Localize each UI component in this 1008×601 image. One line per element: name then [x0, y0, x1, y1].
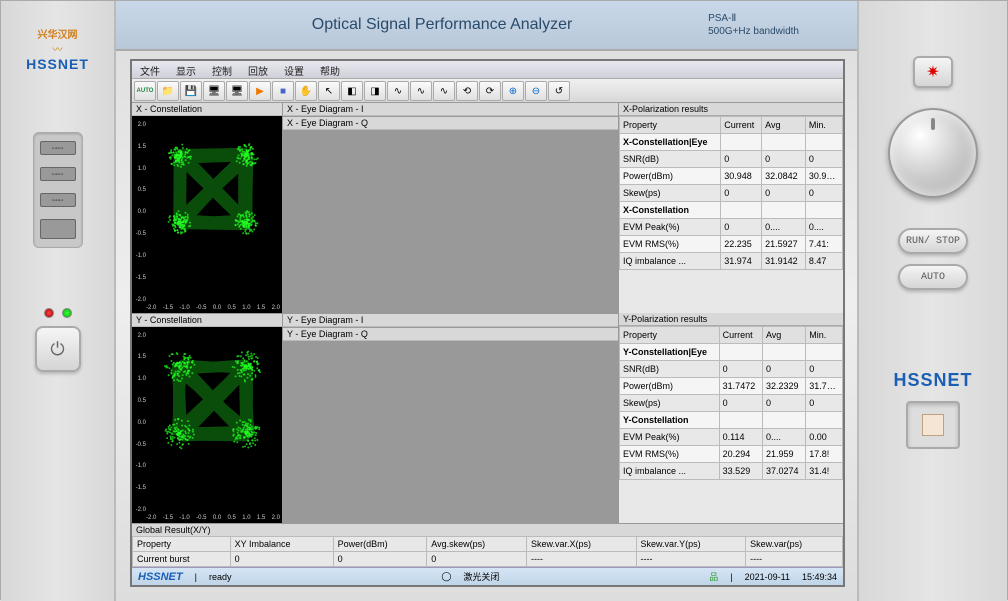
- title-strip: Optical Signal Performance Analyzer PSA-…: [116, 1, 859, 51]
- global-title: Global Result(X/Y): [132, 524, 843, 536]
- tb-fx3[interactable]: ∿: [433, 81, 455, 101]
- usb-port-1[interactable]: ⊶⊷: [40, 141, 76, 155]
- tb-monitor2[interactable]: 🖥: [226, 81, 248, 101]
- power-button[interactable]: ⏻: [35, 326, 81, 372]
- rotary-knob[interactable]: [888, 108, 978, 198]
- run-stop-button[interactable]: RUN/ STOP: [898, 228, 968, 254]
- tb-folder[interactable]: 📁: [157, 81, 179, 101]
- optical-port[interactable]: [906, 401, 960, 449]
- sb-time: 15:49:34: [802, 572, 837, 582]
- menu-文件[interactable]: 文件: [132, 61, 168, 78]
- plot-x-eye-i[interactable]: X - Eye Diagram - I 2.01.51.00.50.0 0.00…: [283, 103, 618, 116]
- status-leds: [44, 308, 72, 318]
- logo-chinese: 兴华汉网: [26, 26, 89, 41]
- tb-auto[interactable]: AUTO: [134, 81, 156, 101]
- x-eye-stack: X - Eye Diagram - I 2.01.51.00.50.0 0.00…: [283, 103, 618, 313]
- tb-fx2[interactable]: ∿: [410, 81, 432, 101]
- tb-zoom-out[interactable]: ⊖: [525, 81, 547, 101]
- sb-ready: ready: [209, 572, 232, 582]
- tb-link1[interactable]: ⟲: [456, 81, 478, 101]
- sb-laser-icon: ◯: [441, 571, 451, 582]
- tb-play[interactable]: ▶: [249, 81, 271, 101]
- content-area: X - Constellation 2.01.51.00.50.0-0.5-1.…: [132, 103, 843, 523]
- usb-port-3[interactable]: ⊶⊷: [40, 193, 76, 207]
- y-results-table[interactable]: PropertyCurrentAvgMin.Y-Constellation|Ey…: [619, 326, 843, 523]
- plot-grid: X - Constellation 2.01.51.00.50.0-0.5-1.…: [132, 103, 618, 523]
- plot-y-eye-i[interactable]: Y - Eye Diagram - I 2.01.51.00.50.0 0.00…: [283, 314, 618, 327]
- tb-monitor1[interactable]: 🖥: [203, 81, 225, 101]
- plot-title: X - Eye Diagram - I: [283, 103, 618, 116]
- logo: 兴华汉网 〰 HSSNET: [26, 26, 89, 72]
- tb-pointer[interactable]: ↖: [318, 81, 340, 101]
- constellation-x-svg: [146, 122, 280, 256]
- led-green: [62, 308, 72, 318]
- tb-marker2[interactable]: ◨: [364, 81, 386, 101]
- menu-回放[interactable]: 回放: [240, 61, 276, 78]
- global-table[interactable]: PropertyXY ImbalancePower(dBm)Avg.skew(p…: [132, 536, 843, 567]
- menubar: 文件显示控制回放设置帮助: [132, 61, 843, 79]
- ethernet-port[interactable]: [40, 219, 76, 239]
- tb-link2[interactable]: ⟳: [479, 81, 501, 101]
- plot-title: Y - Eye Diagram - Q: [283, 328, 618, 341]
- plot-title: Y - Constellation: [132, 314, 282, 327]
- x-results: X-Polarization results PropertyCurrentAv…: [619, 103, 843, 313]
- led-red: [44, 308, 54, 318]
- tb-stop[interactable]: ■: [272, 81, 294, 101]
- sb-brand: HSSNET: [138, 571, 183, 583]
- tb-marker1[interactable]: ◧: [341, 81, 363, 101]
- y-eye-stack: Y - Eye Diagram - I 2.01.51.00.50.0 0.00…: [283, 314, 618, 524]
- bezel-left: 兴华汉网 〰 HSSNET ⊶⊷ ⊶⊷ ⊶⊷ ⏻: [1, 1, 116, 601]
- y-results: Y-Polarization results PropertyCurrentAv…: [619, 313, 843, 523]
- laser-button[interactable]: ✷: [913, 56, 953, 88]
- plot-y-eye-q[interactable]: Y - Eye Diagram - Q 2.01.51.00.50.0 0.00…: [283, 328, 618, 341]
- title-main: Optical Signal Performance Analyzer: [176, 16, 708, 34]
- menu-显示[interactable]: 显示: [168, 61, 204, 78]
- menu-控制[interactable]: 控制: [204, 61, 240, 78]
- instrument-body: 兴华汉网 〰 HSSNET ⊶⊷ ⊶⊷ ⊶⊷ ⏻ Optical Signal …: [0, 0, 1008, 600]
- menu-设置[interactable]: 设置: [276, 61, 312, 78]
- tb-save[interactable]: 💾: [180, 81, 202, 101]
- toolbar: AUTO📁💾🖥🖥▶■✋↖◧◨∿∿∿⟲⟳⊕⊖↺: [132, 79, 843, 103]
- x-results-table[interactable]: PropertyCurrentAvgMin.X-Constellation|Ey…: [619, 116, 843, 313]
- x-results-title: X-Polarization results: [619, 103, 843, 116]
- lcd-screen: 文件显示控制回放设置帮助 AUTO📁💾🖥🖥▶■✋↖◧◨∿∿∿⟲⟳⊕⊖↺ X - …: [130, 59, 845, 587]
- plot-title: X - Eye Diagram - Q: [283, 117, 618, 130]
- global-result: Global Result(X/Y) PropertyXY ImbalanceP…: [132, 523, 843, 567]
- title-sub: PSA-Ⅱ 500G+Hz bandwidth: [708, 12, 799, 38]
- auto-button[interactable]: AUTO: [898, 264, 968, 290]
- tb-fx1[interactable]: ∿: [387, 81, 409, 101]
- network-icon: 品: [709, 570, 718, 583]
- plot-title: Y - Eye Diagram - I: [283, 314, 618, 327]
- plot-x-constellation[interactable]: X - Constellation 2.01.51.00.50.0-0.5-1.…: [132, 103, 282, 313]
- brand-label: HSSNET: [893, 370, 972, 391]
- port-group: ⊶⊷ ⊶⊷ ⊶⊷: [33, 132, 83, 248]
- plot-x-eye-q[interactable]: X - Eye Diagram - Q 2.01.51.00.50.0 0.00…: [283, 117, 618, 130]
- logo-swoosh-icon: 〰: [26, 41, 89, 56]
- plot-y-constellation[interactable]: Y - Constellation 2.01.51.00.50.0-0.5-1.…: [132, 314, 282, 524]
- bezel-right: ✷ RUN/ STOP AUTO HSSNET: [857, 1, 1007, 601]
- logo-english: HSSNET: [26, 56, 89, 72]
- plot-title: X - Constellation: [132, 103, 282, 116]
- screen-frame: Optical Signal Performance Analyzer PSA-…: [116, 1, 859, 601]
- results-panel: X-Polarization results PropertyCurrentAv…: [618, 103, 843, 523]
- menu-帮助[interactable]: 帮助: [312, 61, 348, 78]
- statusbar: HSSNET | ready ◯ 激光关闭 品 | 2021-09-11 15:…: [132, 567, 843, 585]
- tb-zoom-in[interactable]: ⊕: [502, 81, 524, 101]
- usb-port-2[interactable]: ⊶⊷: [40, 167, 76, 181]
- sb-laser: 激光关闭: [463, 570, 499, 583]
- sb-date: 2021-09-11: [745, 572, 790, 582]
- y-results-title: Y-Polarization results: [619, 313, 843, 326]
- tb-reset[interactable]: ↺: [548, 81, 570, 101]
- tb-hand[interactable]: ✋: [295, 81, 317, 101]
